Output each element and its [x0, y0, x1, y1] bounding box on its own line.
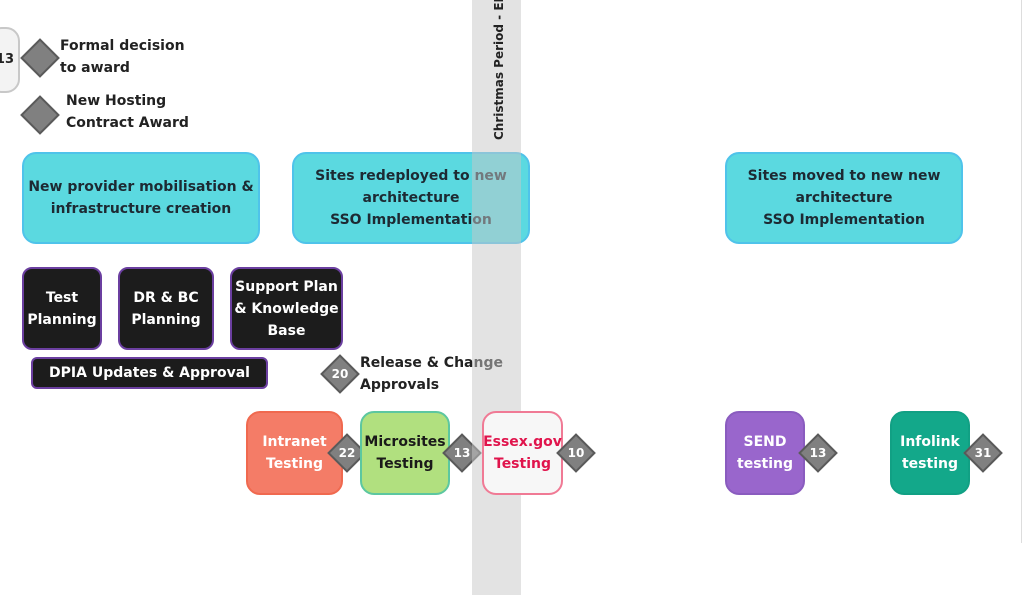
phase-mobilisation[interactable]: New provider mobilisation & infrastructu… [22, 152, 260, 244]
testing-essex-gov[interactable]: Essex.gov Testing [482, 411, 563, 495]
milestone-count: 20 [331, 367, 349, 381]
milestone-diamond-icon[interactable] [20, 95, 60, 135]
phase-sites-redeployed[interactable]: Sites redeployed to new architecture SSO… [292, 152, 530, 244]
milestone-diamond-icon[interactable] [20, 38, 60, 78]
testing-count: 13 [453, 446, 471, 460]
testing-send[interactable]: SEND testing [725, 411, 805, 495]
testing-count: 10 [567, 446, 585, 460]
phase-sites-moved[interactable]: Sites moved to new new architecture SSO … [725, 152, 963, 244]
milestone-release-change: Release & Change Approvals [360, 355, 503, 393]
task-test-planning[interactable]: Test Planning [22, 267, 102, 350]
christmas-period-label-wrap: Christmas Period - ED [472, 0, 521, 140]
task-dr-bc-planning[interactable]: DR & BC Planning [118, 267, 214, 350]
task-support-plan[interactable]: Support Plan & Knowledge Base [230, 267, 343, 350]
testing-microsites[interactable]: Microsites Testing [360, 411, 450, 495]
christmas-period-label: Christmas Period - ED [492, 0, 506, 140]
partial-box-label: 13 [0, 52, 14, 67]
milestone-formal-decision: Formal decision to award [60, 38, 185, 76]
page-edge-divider [1021, 0, 1022, 543]
task-dpia[interactable]: DPIA Updates & Approval [31, 357, 268, 389]
testing-infolink[interactable]: Infolink testing [890, 411, 970, 495]
testing-count: 13 [809, 446, 827, 460]
testing-count: 31 [974, 446, 992, 460]
milestone-hosting-contract: New Hosting Contract Award [66, 93, 189, 131]
partial-box[interactable]: 13 [0, 27, 20, 93]
